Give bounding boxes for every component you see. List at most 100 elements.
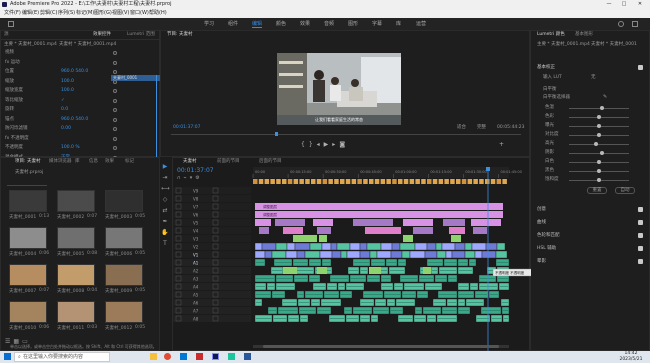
video-clip[interactable] bbox=[321, 242, 332, 251]
video-clip[interactable] bbox=[309, 242, 323, 251]
tab-source[interactable]: 源 bbox=[4, 31, 9, 39]
menu-marker[interactable]: 标记(M) bbox=[76, 9, 94, 18]
ec-row-value[interactable]: 0.00 bbox=[61, 126, 71, 132]
file-explorer-icon[interactable] bbox=[150, 353, 157, 360]
video-clip[interactable] bbox=[399, 242, 416, 251]
tab-library[interactable]: 库 bbox=[75, 158, 80, 166]
playhead-handle[interactable] bbox=[486, 167, 490, 171]
track-header[interactable] bbox=[173, 227, 251, 234]
video-clip[interactable] bbox=[376, 250, 392, 259]
video-clip[interactable] bbox=[481, 250, 497, 259]
project-thumbnail[interactable] bbox=[9, 227, 47, 249]
slider-knob[interactable] bbox=[597, 133, 601, 137]
selection-tool-icon[interactable]: ▶ bbox=[161, 163, 169, 171]
marker[interactable] bbox=[415, 179, 420, 184]
workspace-editing[interactable]: 编辑 bbox=[252, 18, 263, 30]
basic-correction-checkbox[interactable] bbox=[638, 65, 643, 70]
marker[interactable] bbox=[386, 179, 391, 184]
video-clip[interactable] bbox=[296, 250, 306, 259]
menu-file[interactable]: 文件(F) bbox=[4, 9, 21, 18]
video-clip[interactable] bbox=[496, 242, 506, 251]
video-clip[interactable] bbox=[443, 219, 465, 226]
lumetri-source[interactable]: 主要 * 夫妻村_0001.mp4 bbox=[537, 42, 590, 48]
fullscreen-icon[interactable] bbox=[632, 21, 638, 27]
ec-row-value[interactable]: 100.0 bbox=[61, 88, 74, 94]
track-header[interactable] bbox=[173, 299, 251, 306]
video-clip[interactable] bbox=[340, 250, 348, 259]
track-header[interactable] bbox=[173, 291, 251, 298]
video-clip[interactable] bbox=[401, 250, 411, 259]
mark-in-icon[interactable]: { bbox=[301, 141, 309, 148]
video-clip[interactable] bbox=[495, 250, 508, 259]
video-clip[interactable] bbox=[254, 250, 266, 259]
maximize-button[interactable]: □ bbox=[618, 0, 630, 9]
video-clip[interactable] bbox=[473, 227, 487, 234]
video-clip[interactable] bbox=[336, 242, 351, 251]
video-clip[interactable] bbox=[313, 219, 333, 226]
workspace-effects[interactable]: 效果 bbox=[300, 18, 310, 30]
video-clip[interactable] bbox=[380, 242, 393, 251]
keyframe-stopwatch-icon[interactable] bbox=[113, 89, 117, 93]
marker[interactable] bbox=[490, 179, 496, 184]
project-thumbnail[interactable] bbox=[9, 264, 47, 286]
hand-tool-icon[interactable]: ✋ bbox=[161, 229, 169, 237]
video-clip[interactable] bbox=[474, 250, 483, 259]
track-header[interactable] bbox=[173, 203, 251, 210]
video-clip[interactable] bbox=[403, 235, 413, 242]
marker[interactable] bbox=[392, 179, 397, 184]
marker[interactable] bbox=[345, 179, 351, 184]
tab-effects[interactable]: 效果 bbox=[105, 158, 114, 166]
adjustment-slider[interactable] bbox=[569, 144, 629, 145]
tab-project[interactable]: 项目: 夫妻村 bbox=[15, 158, 40, 166]
marker[interactable] bbox=[456, 179, 461, 184]
video-clip[interactable] bbox=[451, 235, 461, 242]
video-clip[interactable] bbox=[319, 250, 333, 259]
lumetri-sequence[interactable]: 夫妻村 * 夫妻村_0001 bbox=[591, 42, 637, 48]
slider-knob[interactable] bbox=[600, 151, 604, 155]
adjustment-slider[interactable] bbox=[569, 108, 629, 109]
menu-graphics[interactable]: 图形(G) bbox=[94, 9, 112, 18]
slip-tool-icon[interactable]: ⇄ bbox=[161, 207, 169, 215]
workspace-ops[interactable]: 运营 bbox=[416, 18, 426, 30]
video-clip[interactable] bbox=[445, 250, 453, 259]
marker[interactable] bbox=[461, 179, 467, 184]
video-clip[interactable] bbox=[254, 242, 263, 251]
video-clip[interactable] bbox=[471, 242, 487, 251]
track-header[interactable] bbox=[173, 315, 251, 322]
video-clip[interactable] bbox=[346, 250, 361, 259]
ec-row-value[interactable]: 0.0 bbox=[61, 107, 68, 113]
workspace-libraries[interactable]: 库 bbox=[396, 18, 401, 30]
project-thumbnail[interactable] bbox=[105, 264, 143, 286]
app-icon[interactable] bbox=[228, 353, 235, 360]
video-clip[interactable] bbox=[259, 227, 269, 234]
marker[interactable] bbox=[444, 179, 449, 184]
marker[interactable] bbox=[450, 179, 455, 184]
tab-media-browser[interactable]: 媒体浏览器 bbox=[49, 158, 72, 166]
marker[interactable] bbox=[432, 179, 438, 184]
ec-source-label[interactable]: 主要 * 夫妻村_0001.mp4 bbox=[4, 42, 57, 48]
marker[interactable] bbox=[282, 179, 287, 184]
scrollbar-thumb[interactable] bbox=[263, 345, 499, 348]
menu-sequence[interactable]: 序列(S) bbox=[58, 9, 75, 18]
adjustment-layer-clip[interactable] bbox=[255, 203, 503, 210]
slider-knob[interactable] bbox=[597, 115, 601, 119]
home-icon[interactable] bbox=[8, 21, 14, 27]
video-clip[interactable] bbox=[359, 250, 371, 259]
eyedropper-icon[interactable]: ✎ bbox=[603, 94, 607, 100]
section-checkbox[interactable] bbox=[638, 207, 643, 212]
lumetri-section[interactable]: 创意 bbox=[537, 207, 546, 213]
program-fit-select[interactable]: 适合 bbox=[457, 125, 466, 131]
audio-clip[interactable] bbox=[283, 267, 297, 274]
marker[interactable] bbox=[293, 179, 299, 184]
workspace-captions[interactable]: 字幕 bbox=[372, 18, 382, 30]
audio-clip[interactable] bbox=[369, 267, 381, 274]
auto-button[interactable]: 自动 bbox=[615, 187, 635, 194]
track-header[interactable] bbox=[173, 195, 251, 202]
video-clip[interactable] bbox=[283, 227, 303, 234]
tab-program[interactable]: 节目: 夫妻村 bbox=[167, 31, 192, 39]
track-header[interactable] bbox=[173, 283, 251, 290]
video-clip[interactable] bbox=[319, 235, 327, 242]
keyframe-stopwatch-icon[interactable] bbox=[113, 146, 117, 150]
keyframe-stopwatch-icon[interactable] bbox=[113, 127, 117, 131]
audio-clip[interactable] bbox=[317, 267, 327, 274]
